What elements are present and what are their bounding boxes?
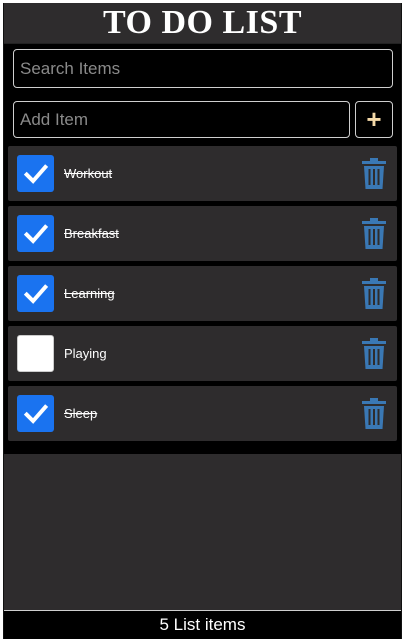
list-item: Sleep [8, 386, 397, 441]
item-count-text: 5 List items [159, 615, 246, 634]
header: TO DO LIST [4, 3, 401, 44]
item-checkbox[interactable] [17, 155, 54, 192]
trash-icon[interactable] [360, 397, 388, 430]
search-input[interactable] [13, 49, 393, 88]
item-checkbox[interactable] [17, 335, 54, 372]
item-label: Sleep [64, 406, 98, 421]
check-icon [23, 223, 48, 244]
controls: + [4, 44, 401, 144]
trash-icon[interactable] [360, 157, 388, 190]
item-checkbox[interactable] [17, 215, 54, 252]
page-title: TO DO LIST [102, 4, 302, 41]
list-item: Breakfast [8, 206, 397, 261]
item-label: Breakfast [64, 226, 119, 241]
list-item: Playing [8, 326, 397, 381]
trash-icon[interactable] [360, 337, 388, 370]
item-count-footer: 5 List items [4, 610, 401, 639]
item-label: Learning [64, 286, 115, 301]
check-icon [23, 403, 48, 424]
add-item-row: + [13, 101, 393, 138]
list-item: Workout [8, 146, 397, 201]
trash-icon[interactable] [360, 277, 388, 310]
item-checkbox[interactable] [17, 275, 54, 312]
check-icon [23, 283, 48, 304]
check-icon [23, 163, 48, 184]
list-item: Learning [8, 266, 397, 321]
add-item-input[interactable] [13, 101, 350, 138]
item-label: Playing [64, 346, 107, 361]
item-label: Workout [64, 166, 113, 181]
trash-icon[interactable] [360, 217, 388, 250]
item-checkbox[interactable] [17, 395, 54, 432]
plus-icon: + [366, 104, 382, 134]
todo-app: TO DO LIST + Workout Breakfast [3, 3, 402, 639]
add-item-button[interactable]: + [355, 101, 393, 138]
todo-list: Workout Breakfast Learning Playing Sleep [4, 144, 401, 454]
search-wrap [13, 49, 393, 88]
